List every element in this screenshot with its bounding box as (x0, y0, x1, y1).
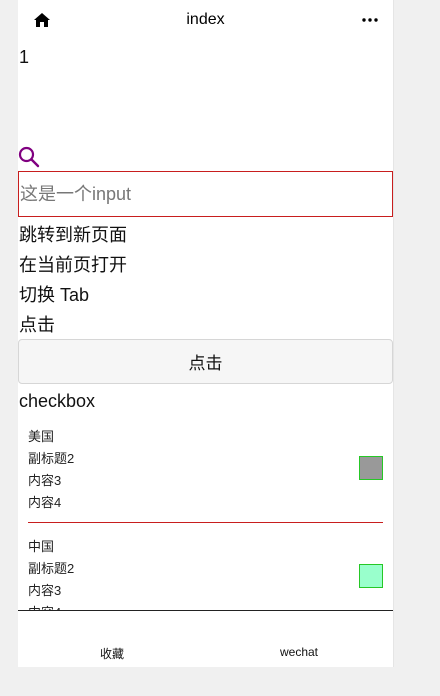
item-title: 美国 (28, 429, 55, 444)
text-input[interactable] (19, 183, 392, 205)
list-item[interactable]: 美国 副标题2 内容3 内容4 (28, 420, 383, 520)
item-content-4: 内容4 (28, 602, 74, 610)
item-content-3: 内容3 (28, 473, 62, 488)
page-title: index (186, 11, 225, 28)
tab-favorites[interactable]: 收藏 (52, 645, 172, 662)
open-current-page-link[interactable]: 在当前页打开 (19, 255, 127, 275)
tab-wechat[interactable]: wechat (239, 645, 359, 659)
number-text: 1 (19, 47, 30, 67)
list-divider (28, 522, 383, 523)
switch-tab-link[interactable]: 切换 Tab (19, 285, 89, 305)
navigation-bar: index (18, 0, 393, 40)
list-item-text: 中国 副标题2 内容3 内容4 (28, 536, 74, 610)
click-button[interactable]: 点击 (18, 339, 393, 384)
click-text[interactable]: 点击 (19, 315, 55, 335)
checkbox-swatch[interactable] (359, 456, 383, 480)
item-content-4: 内容4 (28, 495, 62, 510)
checkbox-heading: checkbox (19, 391, 96, 411)
item-content-3: 内容3 (28, 583, 62, 598)
checkbox-list: 美国 副标题2 内容3 内容4 中国 副标题2 内容3 内容4 (28, 420, 383, 610)
list-item-text: 美国 副标题2 内容3 内容4 (28, 426, 74, 514)
page-content: 1 跳转到新页面 在当前页打开 切换 Tab 点击 点击 checkbox 美国… (18, 40, 393, 610)
navigate-new-page-link[interactable]: 跳转到新页面 (19, 225, 127, 245)
list-item[interactable]: 中国 副标题2 内容3 内容4 (28, 530, 383, 610)
item-title: 中国 (28, 539, 55, 554)
more-dots-icon[interactable] (359, 10, 381, 30)
item-subtitle: 副标题2 (28, 561, 75, 576)
checkbox-swatch[interactable] (359, 564, 383, 588)
item-subtitle: 副标题2 (28, 451, 75, 466)
text-input-container (18, 171, 393, 217)
phone-screen: index 1 跳转到新页面 在当前页打开 切换 Tab 点击 点击 check… (18, 0, 394, 667)
tab-bar: 收藏 wechat (18, 610, 393, 667)
search-icon (18, 146, 40, 168)
